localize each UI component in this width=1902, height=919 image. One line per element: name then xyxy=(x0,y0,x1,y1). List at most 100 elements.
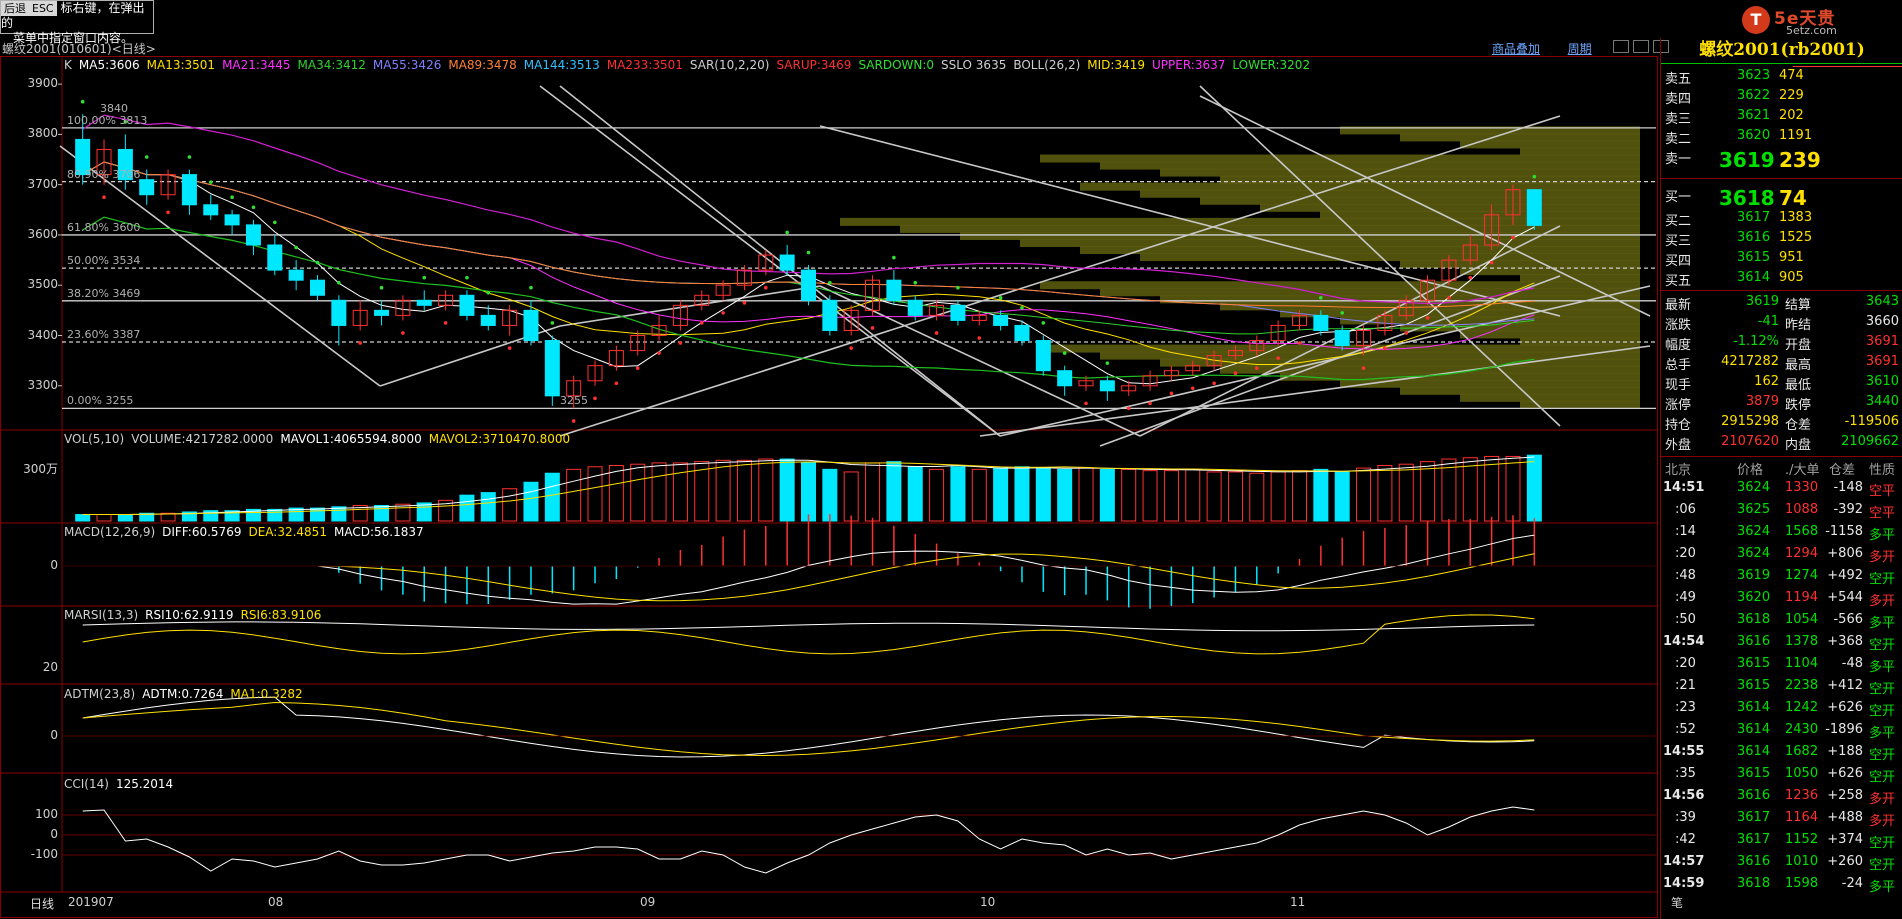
tick-row[interactable]: 14:51 3624 1330 -148 空平 xyxy=(1661,480,1902,499)
stat-row[interactable]: 最新 3619 结算 3643 xyxy=(1661,294,1902,313)
tick-row[interactable]: :48 3619 1274 +492 空开 xyxy=(1661,568,1902,587)
kline-chart[interactable] xyxy=(0,56,1658,918)
stat-row[interactable]: 外盘 2107620 内盘 2109662 xyxy=(1661,434,1902,453)
sar-dot xyxy=(614,381,619,386)
tick-row[interactable]: :35 3615 1050 +626 空开 xyxy=(1661,766,1902,785)
ask-row[interactable]: 卖五 3623 474 xyxy=(1661,68,1902,87)
trend-line xyxy=(539,85,1001,437)
tick-diff: +488 xyxy=(1827,810,1863,825)
ask-row[interactable]: 卖四 3622 229 xyxy=(1661,88,1902,107)
window-restore-button[interactable] xyxy=(1633,40,1650,53)
period-label[interactable]: 日线 xyxy=(30,895,54,912)
legend-item: ADTM(23,8) xyxy=(64,687,136,701)
adtm-y-tick: 0 xyxy=(50,728,58,742)
stat-row[interactable]: 涨停 3879 跌停 3440 xyxy=(1661,394,1902,413)
ticks-tab[interactable]: 笔 xyxy=(1671,894,1683,911)
tick-row[interactable]: 14:54 3616 1378 +368 空开 xyxy=(1661,634,1902,653)
stat-row[interactable]: 涨跌 -41 昨结 3660 xyxy=(1661,314,1902,333)
tick-row[interactable]: 14:55 3614 1682 +188 空开 xyxy=(1661,744,1902,763)
tick-price: 3618 xyxy=(1737,612,1771,627)
fib-label: 0.00% 3255 xyxy=(67,394,134,408)
tick-diff: +258 xyxy=(1827,788,1863,803)
candle-body xyxy=(1526,189,1542,226)
volume-bar xyxy=(374,505,390,522)
tick-row[interactable]: :14 3624 1568 -1158 多平 xyxy=(1661,524,1902,543)
tick-row[interactable]: :20 3615 1104 -48 多平 xyxy=(1661,656,1902,675)
cci-y-tick: -100 xyxy=(30,847,58,861)
volume-bar xyxy=(1206,471,1222,522)
tick-row[interactable]: 14:59 3618 1598 -24 多平 xyxy=(1661,876,1902,895)
sar-dot xyxy=(230,195,234,200)
tick-diff: -148 xyxy=(1833,480,1863,495)
tick-nature: 多开 xyxy=(1869,792,1896,807)
esc-key-badge[interactable]: ESC xyxy=(29,1,57,16)
tick-nature: 多开 xyxy=(1869,550,1896,565)
brand-logo: T 5e天贵 5etz.com xyxy=(1742,4,1862,37)
stat-row[interactable]: 幅度 -1.12% 开盘 3691 xyxy=(1661,334,1902,353)
tick-time: 14:59 xyxy=(1663,876,1705,891)
tick-row[interactable]: :06 3625 1088 -392 空平 xyxy=(1661,502,1902,521)
candle-body xyxy=(267,244,283,271)
volume-bar xyxy=(1526,454,1542,522)
bid-row[interactable]: 买四 3615 951 xyxy=(1661,250,1902,269)
bid-row[interactable]: 买一 3618 74 xyxy=(1661,186,1902,210)
bid-row[interactable]: 买五 3614 905 xyxy=(1661,270,1902,289)
stat-value: -41 xyxy=(1757,314,1779,329)
bid-row[interactable]: 买三 3616 1525 xyxy=(1661,230,1902,249)
stat-label: 外盘 xyxy=(1665,438,1692,453)
candle-body xyxy=(544,340,560,397)
bid-price: 3616 xyxy=(1737,230,1771,245)
tick-row[interactable]: :50 3618 1054 -566 多平 xyxy=(1661,612,1902,631)
tick-row[interactable]: :21 3615 2238 +412 空开 xyxy=(1661,678,1902,697)
ask-row[interactable]: 卖一 3619 239 xyxy=(1661,148,1902,172)
legend-item: MA1:0.3282 xyxy=(230,687,303,701)
ticks-header-nature: 性质 xyxy=(1869,463,1896,478)
stat-value: 3643 xyxy=(1865,294,1899,309)
period-link[interactable]: 周期 xyxy=(1568,42,1592,56)
tick-row[interactable]: :52 3614 2430 -1896 多平 xyxy=(1661,722,1902,741)
tick-row[interactable]: 14:57 3616 1010 +260 空开 xyxy=(1661,854,1902,873)
sar-dot xyxy=(550,321,555,325)
tick-row[interactable]: :20 3624 1294 +806 多开 xyxy=(1661,546,1902,565)
stat-row[interactable]: 总手 4217282 最高 3691 xyxy=(1661,354,1902,373)
sar-dot xyxy=(806,250,811,255)
ask-row[interactable]: 卖二 3620 1191 xyxy=(1661,128,1902,147)
ticks-header-volume: ./大单 xyxy=(1785,463,1820,478)
volume-bar xyxy=(822,468,838,522)
stat-row[interactable]: 持仓 2915298 仓差 -119506 xyxy=(1661,414,1902,433)
overlay-link[interactable]: 商品叠加 xyxy=(1492,42,1540,56)
tick-price: 3614 xyxy=(1737,722,1771,737)
ticks-header-row[interactable]: 北京 价格 ./大单 仓差 性质 xyxy=(1661,459,1902,478)
sar-dot xyxy=(251,205,256,210)
tick-volume: 1378 xyxy=(1785,634,1819,649)
tick-row[interactable]: :42 3617 1152 +374 空开 xyxy=(1661,832,1902,851)
legend-item: DIFF:60.5769 xyxy=(162,525,242,539)
ask-label: 卖二 xyxy=(1665,132,1692,147)
tick-time: :50 xyxy=(1675,612,1696,627)
tick-volume: 1236 xyxy=(1785,788,1819,803)
tick-diff: +368 xyxy=(1827,634,1863,649)
stat-value: 2915298 xyxy=(1721,414,1779,429)
ask-volume: 474 xyxy=(1779,68,1804,83)
legend-item: RSI10:62.9119 xyxy=(145,608,234,622)
stat-row[interactable]: 现手 162 最低 3610 xyxy=(1661,374,1902,393)
tick-row[interactable]: 14:56 3616 1236 +258 多开 xyxy=(1661,788,1902,807)
sar-dot xyxy=(1084,401,1088,406)
tick-row[interactable]: :23 3614 1242 +626 空开 xyxy=(1661,700,1902,719)
tick-row[interactable]: :39 3617 1164 +488 多开 xyxy=(1661,810,1902,829)
ask-row[interactable]: 卖三 3621 202 xyxy=(1661,108,1902,127)
bid-volume: 74 xyxy=(1779,186,1807,210)
volume-bar xyxy=(865,462,881,522)
tick-row[interactable]: :49 3620 1194 +544 多开 xyxy=(1661,590,1902,609)
bid-row[interactable]: 买二 3617 1383 xyxy=(1661,210,1902,229)
sar-dot xyxy=(1340,311,1344,315)
volume-bar xyxy=(801,462,816,522)
tick-volume: 1274 xyxy=(1785,568,1819,583)
sar-dot xyxy=(977,336,982,340)
tick-nature: 多平 xyxy=(1869,660,1896,675)
candle-body xyxy=(245,224,261,246)
layout-toggle-button[interactable] xyxy=(1613,40,1630,53)
esc-key-label[interactable]: 后退 xyxy=(1,1,29,16)
legend-item: MACD:56.1837 xyxy=(333,525,424,539)
stat-value: 3619 xyxy=(1745,294,1779,309)
